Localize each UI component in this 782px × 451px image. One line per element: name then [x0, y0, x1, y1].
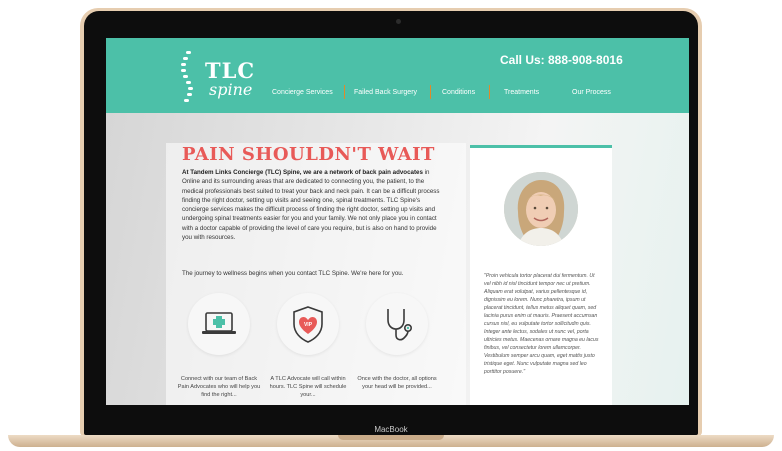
nav-item-concierge-services[interactable]: Concierge Services — [272, 89, 333, 96]
laptop-medical-icon[interactable] — [188, 293, 250, 355]
laptop-notch — [338, 435, 444, 440]
shield-vip-icon[interactable]: VIP — [277, 293, 339, 355]
feature-caption: A TLC Advocate will call within hours. T… — [269, 376, 347, 398]
spine-logo-icon[interactable] — [180, 51, 194, 105]
testimonial-avatar — [504, 172, 578, 246]
intro-rest: in Online and its surrounding areas that… — [182, 169, 440, 242]
testimonial-text: "Proin vehicula tortor placerat dui ferm… — [484, 273, 599, 375]
webcam — [396, 19, 401, 24]
nav-divider — [489, 85, 490, 99]
feature-caption: Once with the doctor, all options your h… — [357, 376, 437, 390]
testimonial-card: "Proin vehicula tortor placerat dui ferm… — [470, 145, 612, 405]
logo-text-spine[interactable]: spine — [209, 80, 252, 99]
phone-number-link[interactable]: Call Us: 888-908-8016 — [500, 53, 623, 67]
card-accent-bar — [470, 145, 612, 148]
nav-item-treatments[interactable]: Treatments — [504, 89, 539, 96]
nav-item-our-process[interactable]: Our Process — [572, 89, 611, 96]
journey-text: The journey to wellness begins when you … — [182, 270, 404, 277]
nav-divider — [430, 85, 431, 99]
laptop-brand-label: MacBook — [374, 425, 408, 434]
intro-paragraph: At Tandem Links Concierge (TLC) Spine, w… — [182, 168, 444, 242]
nav-divider — [344, 85, 345, 99]
nav-item-failed-back-surgery[interactable]: Failed Back Surgery — [354, 89, 417, 96]
svg-text:VIP: VIP — [304, 322, 313, 328]
page-headline: PAIN SHOULDN'T WAIT — [182, 144, 435, 165]
feature-caption: Connect with our team of Back Pain Advoc… — [177, 376, 261, 398]
nav-item-conditions[interactable]: Conditions — [442, 89, 475, 96]
site-header: TLC spine Call Us: 888-908-8016 Concierg… — [106, 38, 689, 113]
intro-lead: At Tandem Links Concierge (TLC) Spine, w… — [182, 169, 423, 176]
screen: TLC spine Call Us: 888-908-8016 Concierg… — [106, 38, 689, 405]
stethoscope-icon[interactable] — [366, 293, 428, 355]
